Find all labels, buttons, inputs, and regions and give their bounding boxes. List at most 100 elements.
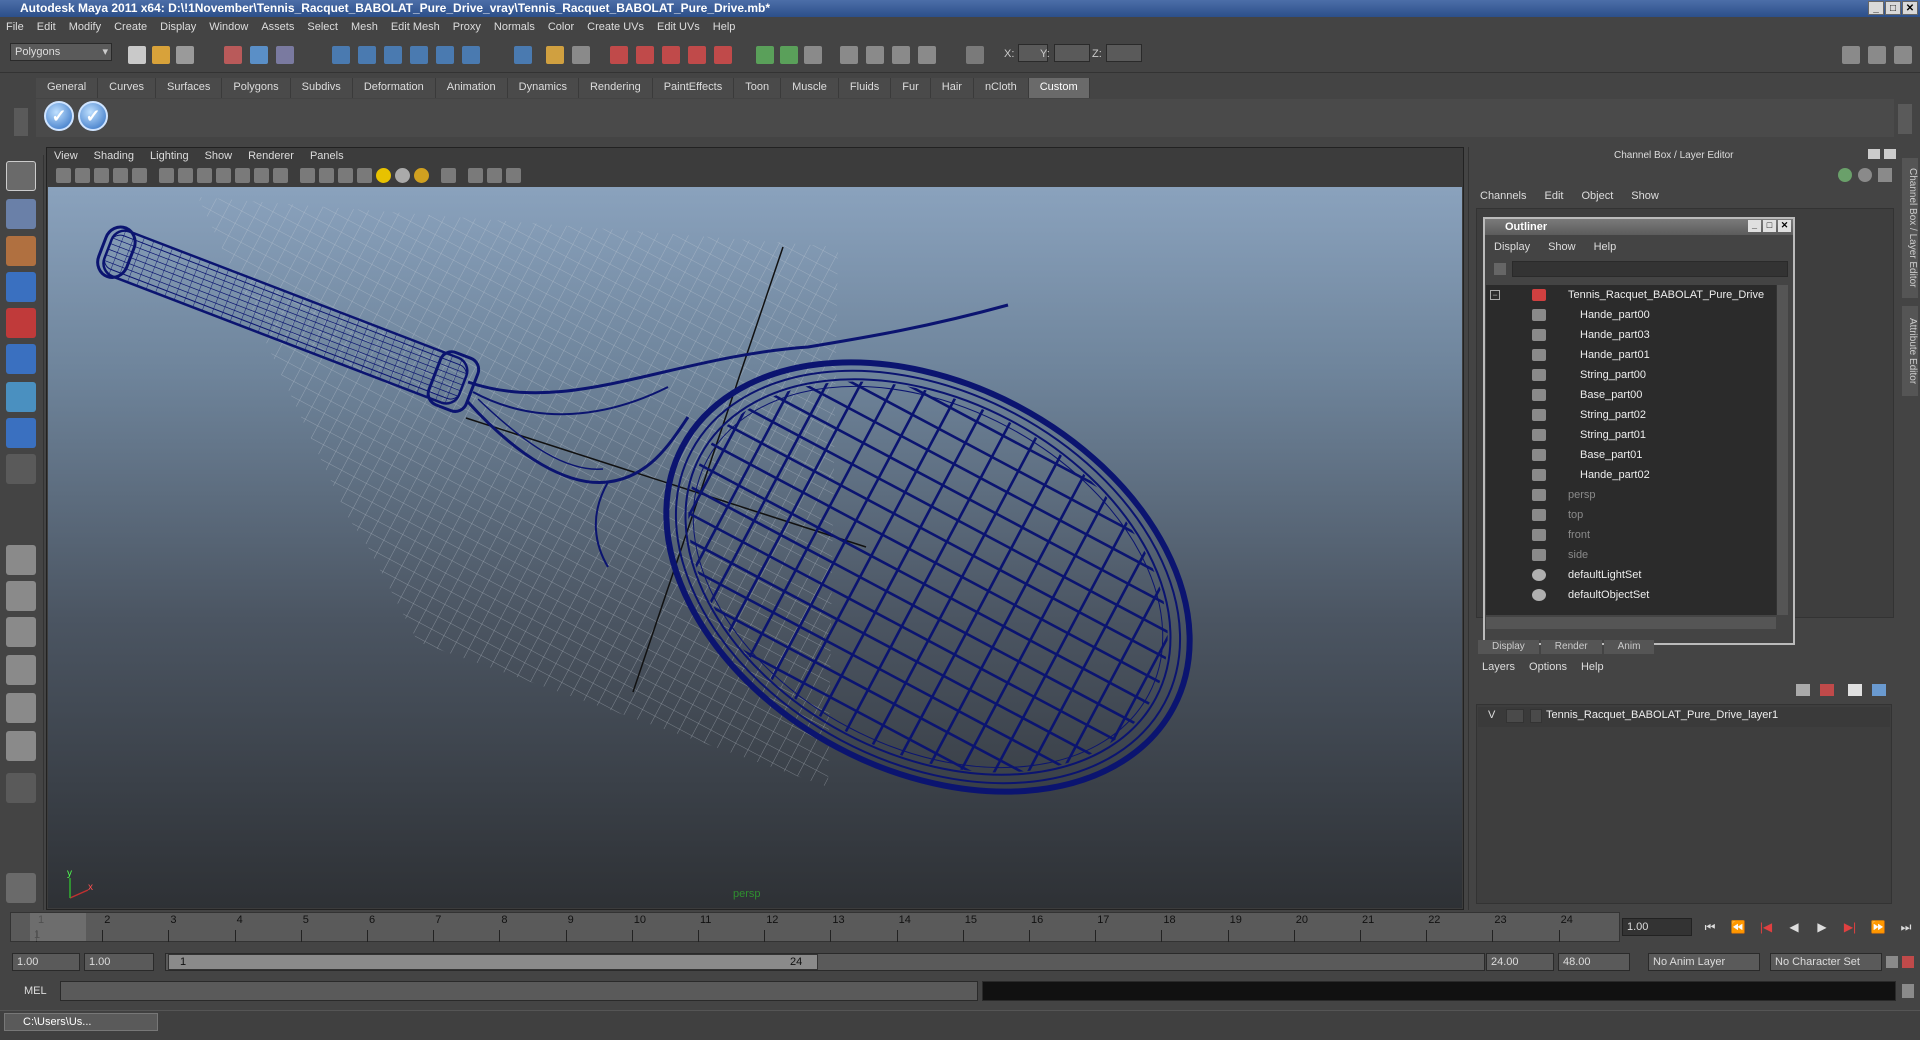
minimize-button[interactable]: _ (1868, 1, 1884, 15)
shelf-tab-dynamics[interactable]: Dynamics (507, 78, 579, 98)
layout-outliner-icon[interactable] (6, 617, 36, 647)
ipr-render-icon[interactable] (636, 46, 654, 64)
isolate-select-icon[interactable] (441, 168, 456, 183)
input-ops-icon[interactable] (572, 46, 590, 64)
cb-menu-show[interactable]: Show (1631, 190, 1659, 202)
outliner-vscrollbar[interactable] (1776, 285, 1788, 615)
make-live-icon[interactable] (436, 46, 454, 64)
outliner-item[interactable]: String_part02 (1486, 405, 1776, 425)
snap-point-icon[interactable] (384, 46, 402, 64)
outliner-maximize-button[interactable]: □ (1763, 220, 1776, 232)
outliner-item[interactable]: top (1486, 505, 1776, 525)
time-slider[interactable] (10, 912, 1620, 942)
render-view-icon[interactable] (714, 46, 732, 64)
step-forward-key-button[interactable]: ⏩ (1866, 918, 1890, 936)
le-tab-anim[interactable]: Anim (1603, 640, 1655, 654)
outliner-item[interactable]: defaultObjectSet (1486, 585, 1776, 605)
menu-display[interactable]: Display (160, 21, 196, 33)
outliner-item[interactable]: String_part01 (1486, 425, 1776, 445)
go-to-start-button[interactable]: ⏮ (1698, 918, 1722, 936)
step-forward-frame-button[interactable]: ▶| (1838, 918, 1862, 936)
key-icon[interactable] (1886, 956, 1898, 968)
grid-icon[interactable] (159, 168, 174, 183)
outliner-item[interactable]: defaultLightSet (1486, 565, 1776, 585)
toggle-render-icon[interactable] (892, 46, 910, 64)
move-tool-icon[interactable] (6, 272, 36, 302)
toggle-attr-editor-icon[interactable] (1842, 46, 1860, 64)
shelf-tab-general[interactable]: General (36, 78, 99, 98)
shelf-tab-curves[interactable]: Curves (98, 78, 156, 98)
menu-modify[interactable]: Modify (69, 21, 101, 33)
shadows-icon[interactable] (414, 168, 429, 183)
shelf-tab-custom[interactable]: Custom (1028, 78, 1090, 98)
menu-mesh[interactable]: Mesh (351, 21, 378, 33)
le-menu-options[interactable]: Options (1529, 661, 1567, 673)
layer-visibility-toggle[interactable]: V (1488, 709, 1495, 721)
viewport-3d[interactable] (48, 187, 1462, 908)
vp-menu-panels[interactable]: Panels (310, 150, 344, 162)
soft-mod-icon[interactable] (6, 418, 36, 448)
play-backwards-button[interactable]: ◀ (1782, 918, 1806, 936)
gate-mask-icon[interactable] (216, 168, 231, 183)
new-layer-selected-icon[interactable] (1820, 684, 1834, 696)
close-button[interactable]: ✕ (1902, 1, 1918, 15)
vp-menu-lighting[interactable]: Lighting (150, 150, 189, 162)
anim-end-field[interactable]: 48.00 (1558, 953, 1630, 971)
mel-label[interactable]: MEL (24, 985, 47, 997)
xray-components-icon[interactable] (506, 168, 521, 183)
new-layer-icon[interactable] (1796, 684, 1810, 696)
outliner-title-bar[interactable]: Outliner _ □ ✕ (1485, 219, 1793, 235)
cb-menu-channels[interactable]: Channels (1480, 190, 1526, 202)
menu-create[interactable]: Create (114, 21, 147, 33)
outliner-item[interactable]: side (1486, 545, 1776, 565)
help-question-icon[interactable] (514, 46, 532, 64)
save-scene-icon[interactable] (176, 46, 194, 64)
outliner-item[interactable]: String_part00 (1486, 365, 1776, 385)
outliner-menu-help[interactable]: Help (1594, 241, 1617, 253)
range-slider-handle[interactable] (168, 954, 818, 970)
menu-file[interactable]: File (6, 21, 24, 33)
manipulator-icon[interactable] (6, 382, 36, 412)
vp-menu-view[interactable]: View (54, 150, 78, 162)
snap-grid-icon[interactable] (332, 46, 350, 64)
layout-four-icon[interactable] (6, 581, 36, 611)
outliner-close-button[interactable]: ✕ (1778, 220, 1791, 232)
character-set-dropdown[interactable]: No Character Set (1770, 953, 1882, 971)
xray-icon[interactable] (468, 168, 483, 183)
rotate-tool-icon[interactable] (6, 308, 36, 338)
image-plane-icon[interactable] (113, 168, 128, 183)
outliner-hscrollbar[interactable] (1486, 617, 1776, 629)
go-to-end-button[interactable]: ⏭ (1894, 918, 1918, 936)
vp-menu-renderer[interactable]: Renderer (248, 150, 294, 162)
snap-curve-icon[interactable] (358, 46, 376, 64)
layer-down-icon[interactable] (1872, 684, 1886, 696)
textured-icon[interactable] (357, 168, 372, 183)
toggle-tool-settings-icon[interactable] (1868, 46, 1886, 64)
layout-graph-icon[interactable] (6, 655, 36, 685)
menu-edit-uvs[interactable]: Edit UVs (657, 21, 700, 33)
select-object-icon[interactable] (250, 46, 268, 64)
shelf-tab-fluids[interactable]: Fluids (838, 78, 892, 98)
anim-start-field[interactable]: 1.00 (12, 953, 80, 971)
menu-set-selector[interactable]: Polygons (10, 43, 112, 61)
shelf-tab-animation[interactable]: Animation (435, 78, 508, 98)
shelf-tab-painteffects[interactable]: PaintEffects (652, 78, 735, 98)
new-scene-icon[interactable] (128, 46, 146, 64)
menu-proxy[interactable]: Proxy (453, 21, 481, 33)
y-field[interactable] (1054, 44, 1090, 62)
shelf-tab-deformation[interactable]: Deformation (352, 78, 436, 98)
paint-select-icon[interactable] (6, 236, 36, 266)
anim-layer-dropdown[interactable]: No Anim Layer (1648, 953, 1760, 971)
last-tool-icon[interactable] (6, 454, 36, 484)
xray-joints-icon[interactable] (487, 168, 502, 183)
select-hierarchy-icon[interactable] (224, 46, 242, 64)
outliner-item[interactable]: Base_part00 (1486, 385, 1776, 405)
cb-menu-edit[interactable]: Edit (1544, 190, 1563, 202)
shelf-tab-rendering[interactable]: Rendering (578, 78, 653, 98)
menu-select[interactable]: Select (307, 21, 338, 33)
toggle-panel-icon[interactable] (840, 46, 858, 64)
outliner-item[interactable]: Hande_part00 (1486, 305, 1776, 325)
le-menu-help[interactable]: Help (1581, 661, 1604, 673)
safe-title-icon[interactable] (273, 168, 288, 183)
snap-plane-icon[interactable] (410, 46, 428, 64)
